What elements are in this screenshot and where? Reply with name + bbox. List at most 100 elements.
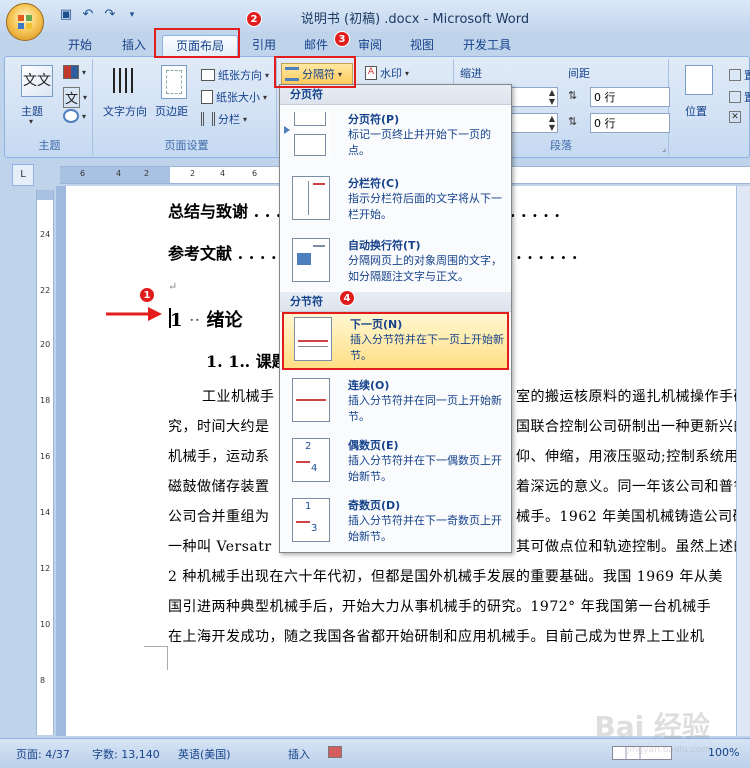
even-page-title: 偶数页(E) bbox=[348, 439, 399, 452]
tab-mailings[interactable]: 邮件 bbox=[296, 35, 336, 57]
body-line-right: 室的搬运核原料的遥扎机械操作手研 bbox=[516, 389, 748, 405]
baidu-watermark: Bai 经验 jingyan.baidu.com bbox=[594, 705, 710, 755]
status-page[interactable]: 页面: 4/37 bbox=[16, 746, 70, 762]
spacing-after-input[interactable]: 0 行 bbox=[590, 113, 670, 133]
wrap-text-button[interactable]: ✕ bbox=[729, 111, 741, 123]
office-logo-icon bbox=[18, 15, 32, 29]
columns-button[interactable]: 分栏 ▾ bbox=[201, 111, 247, 127]
themes-group: 文文 主题 ▾ ▾ 文 ▾ ▾ 主题 bbox=[7, 59, 93, 155]
text-direction-button[interactable]: 文字方向 bbox=[103, 103, 147, 119]
bring-front-button[interactable]: 置 bbox=[729, 67, 750, 83]
menu-item-page-break[interactable]: 分页符(P) 标记一页终止并开始下一页的点。 bbox=[282, 107, 509, 169]
ruler-number: 4 bbox=[116, 169, 122, 178]
even-page-num-2: 4 bbox=[311, 463, 318, 474]
spacing-before-input[interactable]: 0 行 bbox=[590, 87, 670, 107]
body-line: 在上海开发成功，随之我国各省都开始研制和应用机械手。目前己成为世界上工业机 bbox=[168, 629, 705, 645]
ruler-number: 10 bbox=[40, 620, 51, 629]
menu-item-text-wrapping-break[interactable]: 自动换行符(T) 分隔网页上的对象周围的文字，如分隔题注文字与正文。 bbox=[282, 233, 509, 293]
theme-fonts-button[interactable]: 文 ▾ bbox=[63, 87, 87, 108]
menu-item-odd-page[interactable]: 1 3 奇数页(D) 插入分节符并在下一奇数页上开始新节。 bbox=[282, 493, 509, 551]
themes-icon[interactable]: 文文 bbox=[21, 65, 53, 97]
indent-left-input[interactable]: ▲ ▼ bbox=[506, 87, 558, 107]
themes-arrow-icon: ▾ bbox=[29, 117, 34, 126]
themes-group-label: 主题 bbox=[38, 139, 61, 152]
ruler-margin-top bbox=[37, 190, 53, 200]
text-wrapping-break-icon bbox=[292, 238, 330, 282]
menu-item-next-page[interactable]: 下一页(N) 插入分节符并在下一页上开始新节。 bbox=[282, 312, 509, 370]
sub-heading: 1. 1‥ 课题 bbox=[206, 352, 288, 371]
watermark-button[interactable]: A 水印 ▾ bbox=[365, 65, 409, 81]
page-break-desc: 标记一页终止并开始下一页的点。 bbox=[348, 128, 491, 157]
continuous-desc: 插入分节符并在同一页上开始新节。 bbox=[348, 394, 502, 423]
watermark-label: 水印 bbox=[380, 67, 402, 80]
text-direction-label: 文字方向 bbox=[103, 105, 147, 118]
watermark-text: Bai 经验 bbox=[594, 710, 710, 743]
orientation-icon bbox=[201, 69, 215, 81]
page-corner-mark bbox=[144, 646, 168, 670]
even-page-desc: 插入分节符并在下一偶数页上开始新节。 bbox=[348, 454, 502, 483]
vertical-scrollbar[interactable] bbox=[736, 186, 750, 736]
odd-page-num-2: 3 bbox=[311, 523, 318, 534]
odd-page-num: 1 bbox=[305, 501, 312, 512]
paragraph-launcher-icon[interactable]: ⌟ bbox=[662, 144, 666, 153]
annotation-box-page-layout bbox=[154, 28, 240, 58]
tab-home[interactable]: 开始 bbox=[60, 35, 100, 57]
office-button[interactable] bbox=[6, 3, 44, 41]
margins-button[interactable]: 页边距 bbox=[155, 103, 188, 119]
odd-page-desc: 插入分节符并在下一奇数页上开始新节。 bbox=[348, 514, 502, 543]
orientation-button[interactable]: 纸张方向 ▾ bbox=[201, 67, 269, 83]
ruler-number: 16 bbox=[40, 452, 51, 461]
tab-insert[interactable]: 插入 bbox=[114, 35, 154, 57]
menu-item-even-page[interactable]: 2 4 偶数页(E) 插入分节符并在下一偶数页上开始新节。 bbox=[282, 433, 509, 491]
page-setup-group: 文字方向 页边距 纸张方向 ▾ 纸张大小 ▾ 分栏 ▾ 页面设置 bbox=[97, 59, 277, 155]
toc-label: 参考文献 bbox=[168, 244, 233, 263]
ruler-number: 4 bbox=[220, 169, 226, 178]
body-line: 磁鼓做储存装置 bbox=[168, 479, 270, 495]
status-zoom[interactable]: 100% bbox=[708, 746, 739, 759]
ruler-number: 8 bbox=[40, 676, 46, 685]
body-line-right: 着深远的意义。同一年该公司和普鲁 bbox=[516, 479, 748, 495]
wrap-text-icon: ✕ bbox=[729, 111, 741, 123]
status-language[interactable]: 英语(美国) bbox=[178, 746, 231, 762]
vertical-ruler[interactable]: 24 22 20 18 16 14 12 10 8 bbox=[36, 190, 54, 735]
menu-item-column-break[interactable]: 分栏符(C) 指示分栏符后面的文字将从下一栏开始。 bbox=[282, 171, 509, 233]
macro-record-icon[interactable] bbox=[328, 746, 342, 758]
size-button[interactable]: 纸张大小 ▾ bbox=[201, 89, 267, 105]
position-label: 位置 bbox=[685, 105, 707, 118]
ruler-number: 22 bbox=[40, 286, 51, 295]
annotation-box-breaks bbox=[274, 56, 356, 88]
page-break-icon bbox=[284, 112, 330, 156]
send-back-icon bbox=[729, 91, 741, 103]
spacing-before-value: 0 行 bbox=[594, 91, 616, 104]
status-insert-mode[interactable]: 插入 bbox=[288, 746, 310, 762]
text-direction-icon[interactable] bbox=[109, 65, 139, 99]
indent-right-input[interactable]: ▲ ▼ bbox=[506, 113, 558, 133]
theme-effects-button[interactable]: ▾ bbox=[63, 109, 86, 123]
odd-page-icon: 1 3 bbox=[292, 498, 330, 542]
tab-view[interactable]: 视图 bbox=[402, 35, 442, 57]
annotation-badge-2: 2 bbox=[246, 11, 262, 27]
text-wrapping-break-title: 自动换行符(T) bbox=[348, 239, 421, 252]
spacing-label: 间距 bbox=[568, 67, 590, 80]
tab-developer[interactable]: 开发工具 bbox=[455, 35, 519, 57]
tab-selector[interactable]: L bbox=[12, 164, 34, 186]
position-icon[interactable] bbox=[685, 65, 713, 95]
tab-references[interactable]: 引用 bbox=[244, 35, 284, 57]
status-words[interactable]: 字数: 13,140 bbox=[92, 746, 160, 762]
tab-review[interactable]: 审阅 bbox=[350, 35, 390, 57]
body-line-right: 仰、伸缩，用液压驱动;控制系统用 bbox=[516, 449, 739, 465]
position-button[interactable]: 位置 bbox=[685, 103, 707, 119]
margins-icon[interactable] bbox=[161, 65, 187, 99]
ribbon-tabs: 开始 插入 页面布局 引用 邮件 审阅 视图 开发工具 bbox=[0, 30, 750, 58]
ruler-margin-left bbox=[60, 167, 170, 183]
section-breaks-header: 分节符 bbox=[280, 292, 511, 312]
body-line: 国引进两种典型机械手后，开始大力从事机械手的研究。1972° 年我国第一台机械手 bbox=[168, 599, 712, 615]
paragraph-mark-icon: ↵ bbox=[168, 280, 178, 293]
menu-item-continuous[interactable]: 连续(O) 插入分节符并在同一页上开始新节。 bbox=[282, 373, 509, 431]
annotation-arrow-icon bbox=[106, 307, 162, 321]
column-break-title: 分栏符(C) bbox=[348, 177, 400, 190]
breaks-dropdown-menu: 分页符 分页符(P) 标记一页终止并开始下一页的点。 分栏符(C) 指示分栏符后… bbox=[279, 84, 512, 553]
theme-colors-button[interactable]: ▾ bbox=[63, 65, 86, 79]
send-back-button[interactable]: 置 bbox=[729, 89, 750, 105]
column-break-desc: 指示分栏符后面的文字将从下一栏开始。 bbox=[348, 192, 502, 221]
